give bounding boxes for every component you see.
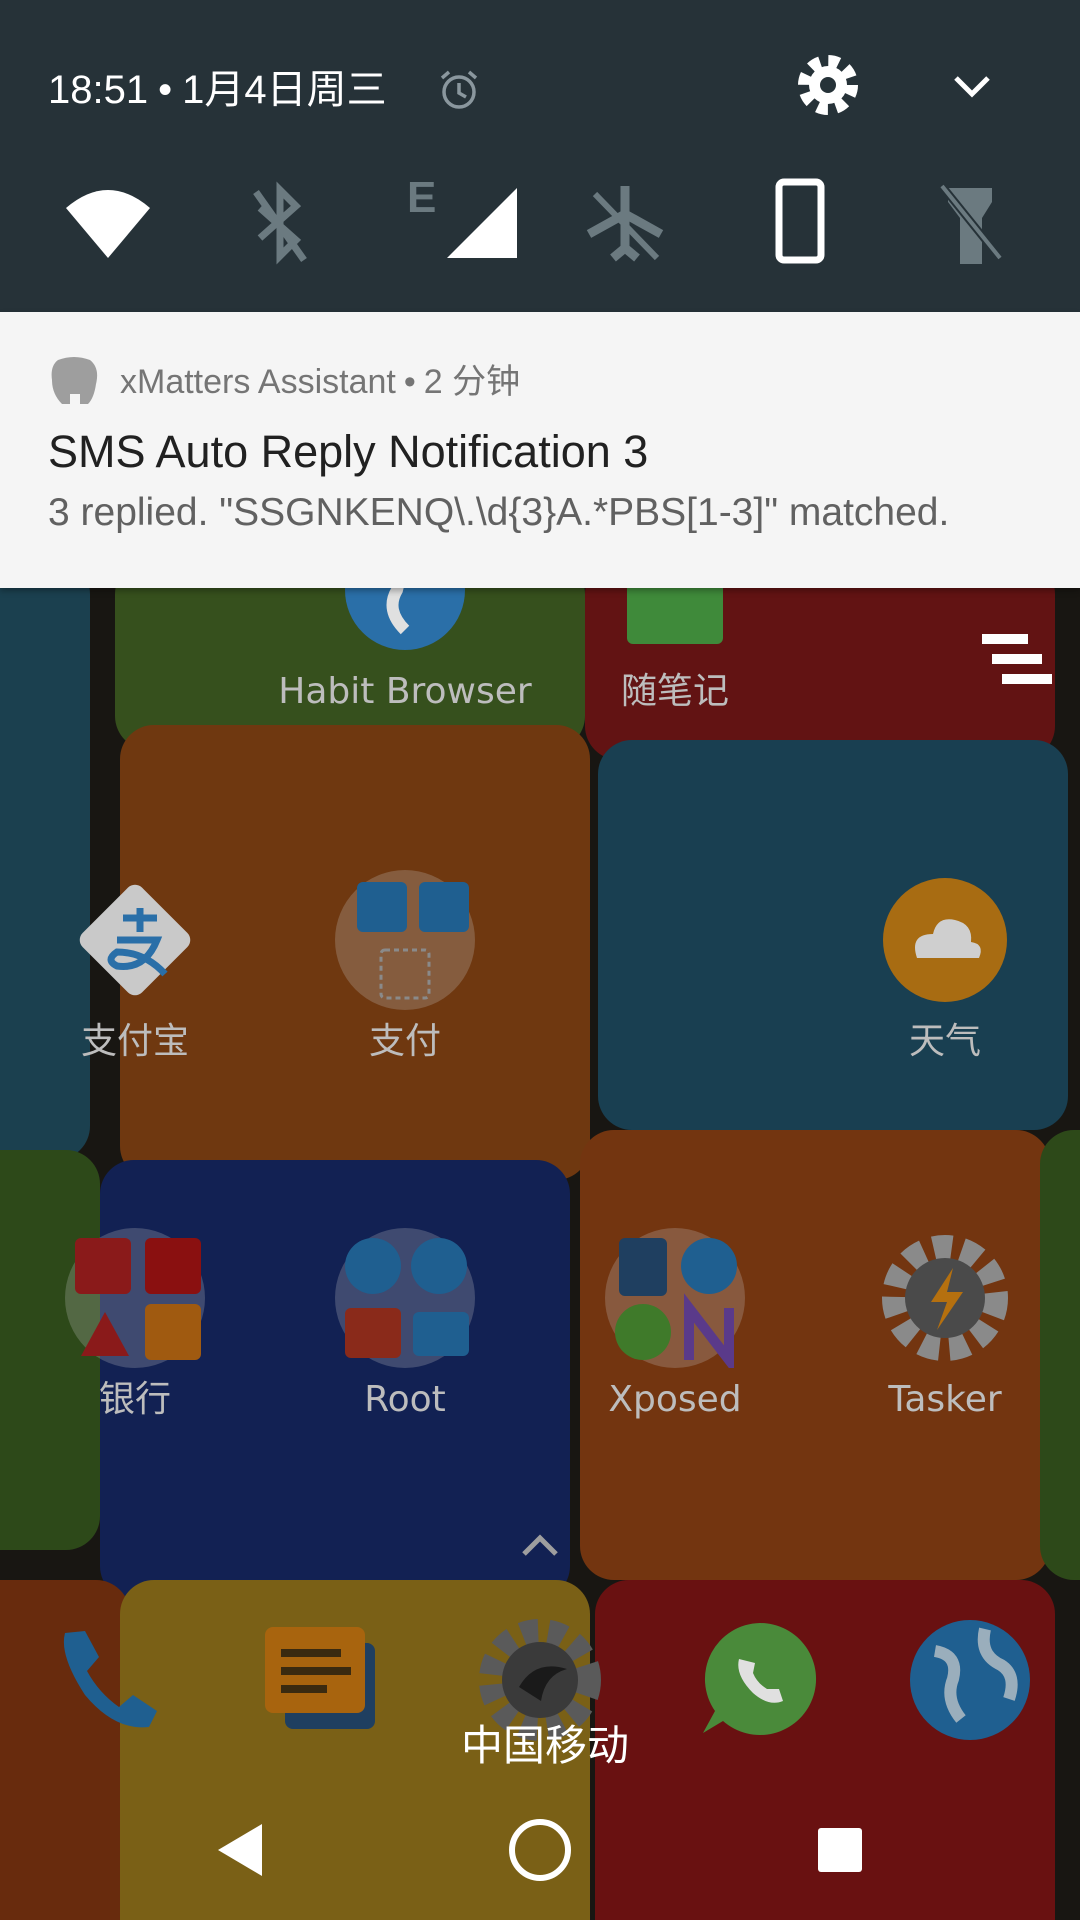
settings-gear-icon[interactable] bbox=[795, 52, 861, 118]
app-label: Habit Browser bbox=[278, 671, 532, 712]
recents-icon[interactable] bbox=[800, 1810, 880, 1890]
tile-airplane[interactable] bbox=[575, 178, 675, 268]
carrier-label: 中国移动 bbox=[460, 1721, 629, 1770]
tile-mobile-data[interactable]: E bbox=[405, 173, 525, 268]
phone-icon[interactable] bbox=[45, 1615, 175, 1745]
app-label: Xposed bbox=[608, 1379, 742, 1420]
bluetooth-off-icon bbox=[253, 181, 307, 265]
status-clock: 18:51 • 1月4日周三 bbox=[48, 62, 387, 118]
folder-icon bbox=[335, 1228, 475, 1368]
folder-xposed[interactable]: Xposed bbox=[545, 1228, 805, 1422]
tile-auto-rotate[interactable] bbox=[750, 178, 850, 268]
airplane-off-icon bbox=[586, 186, 664, 262]
notification-header: xMatters Assistant • 2 分钟 bbox=[120, 362, 520, 402]
folder-bank[interactable]: 银行 bbox=[5, 1228, 265, 1422]
app-label: 支付 bbox=[368, 1021, 441, 1062]
tile-wifi[interactable] bbox=[58, 178, 158, 268]
app-label: 天气 bbox=[908, 1021, 981, 1062]
app-weather[interactable]: 天气 bbox=[815, 870, 1075, 1064]
app-label: Root bbox=[364, 1379, 446, 1420]
date-text: 1月4日周三 bbox=[182, 68, 387, 112]
folder-icon bbox=[335, 870, 475, 1010]
chevron-up-icon[interactable] bbox=[520, 1530, 560, 1560]
menu-icon[interactable] bbox=[980, 632, 1054, 688]
elephant-app-icon bbox=[51, 357, 98, 404]
flashlight-off-icon bbox=[938, 183, 1004, 264]
time-text: 18:51 bbox=[48, 68, 149, 112]
wifi-icon bbox=[66, 190, 150, 258]
notification-title: SMS Auto Reply Notification 3 bbox=[48, 426, 649, 477]
tile-flashlight[interactable] bbox=[920, 178, 1020, 268]
notification-body: 3 replied. "SSGNKENQ\.\d{3}A.*PBS[1-3]" … bbox=[48, 491, 950, 534]
app-label: Tasker bbox=[888, 1379, 1002, 1420]
svg-text:E: E bbox=[407, 178, 436, 222]
cloud-icon bbox=[883, 878, 1007, 1002]
quick-settings-header: 18:51 • 1月4日周三 E bbox=[0, 0, 1080, 312]
folder-icon bbox=[65, 1228, 205, 1368]
alarm-icon bbox=[440, 70, 478, 109]
whatsapp-icon[interactable] bbox=[695, 1615, 825, 1745]
alipay-icon bbox=[79, 884, 191, 996]
portrait-phone-icon bbox=[775, 178, 825, 264]
browser-globe-icon[interactable] bbox=[905, 1615, 1035, 1745]
notification-card[interactable]: xMatters Assistant • 2 分钟 SMS Auto Reply N… bbox=[0, 312, 1080, 588]
app-label: 支付宝 bbox=[80, 1021, 189, 1062]
separator-dot: • bbox=[403, 363, 416, 401]
tasker-gear-icon bbox=[882, 1235, 1008, 1361]
app-label: 银行 bbox=[98, 1379, 171, 1420]
app-label: 随笔记 bbox=[620, 671, 729, 712]
separator-dot: • bbox=[158, 68, 173, 112]
expand-chevron-icon[interactable] bbox=[948, 66, 996, 106]
home-icon[interactable] bbox=[500, 1810, 580, 1890]
folder-icon bbox=[605, 1228, 745, 1368]
app-name: xMatters Assistant bbox=[120, 363, 396, 401]
folder-payment[interactable]: 支付 bbox=[275, 870, 535, 1064]
app-tasker[interactable]: Tasker bbox=[815, 1228, 1075, 1422]
signal-icon: E bbox=[407, 173, 517, 258]
app-alipay[interactable]: 支付宝 bbox=[5, 870, 265, 1064]
tile-bluetooth[interactable] bbox=[230, 178, 330, 268]
folder-root[interactable]: Root bbox=[275, 1228, 535, 1422]
timestamp: 2 分钟 bbox=[423, 363, 521, 401]
back-icon[interactable] bbox=[200, 1810, 280, 1890]
messages-icon[interactable] bbox=[255, 1615, 385, 1745]
